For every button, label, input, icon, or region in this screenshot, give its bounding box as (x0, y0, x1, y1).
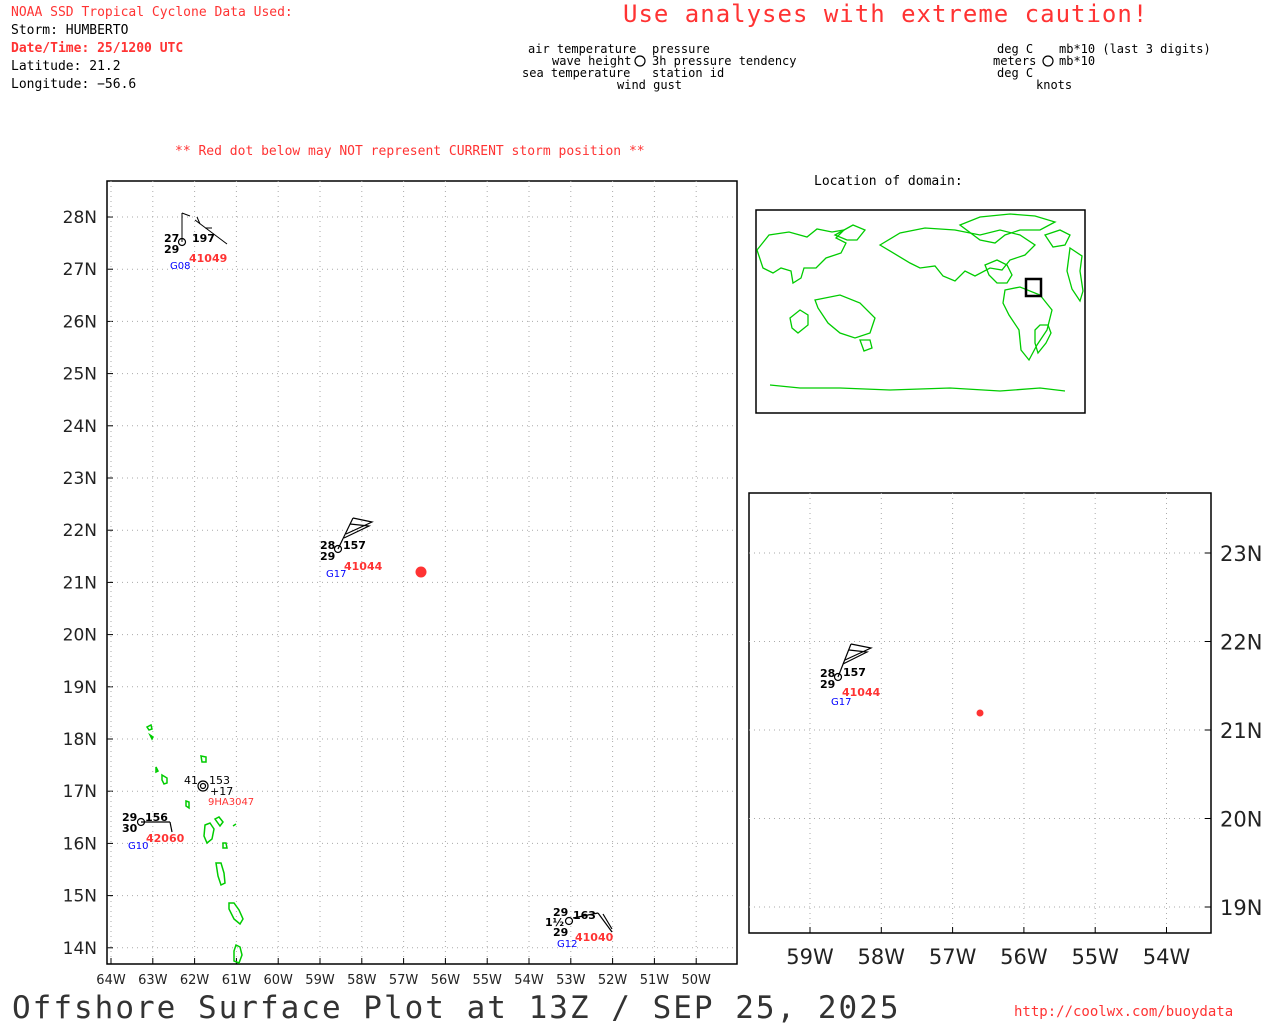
lat-label: 23N (63, 469, 97, 489)
lat-label: 26N (63, 312, 97, 332)
pressure: 197 (192, 232, 215, 245)
sea-temperature: 30 (122, 822, 138, 835)
lat-label: 15N (63, 887, 97, 907)
zoom-map-lon-labels: 59W 58W 57W 56W 55W 54W (786, 945, 1190, 969)
wind-barb (181, 212, 191, 217)
lat-label: 27N (63, 260, 97, 280)
zoom-map[interactable]: 23N 22N 21N 20N 19N 59W 58W 57W 56W 55W 54W 28 29… (748, 492, 1262, 969)
zoom-map-lat-labels: 23N 22N 21N 20N 19N (1220, 542, 1262, 920)
station-id: 41040 (575, 931, 614, 944)
lon-label: 54W (514, 973, 544, 988)
main-map-lat-labels: 28N 27N 26N 25N 24N 23N 22N 21N 20N 19N 18N 17N 16N 1… (63, 208, 97, 959)
sea-temperature: 29 (553, 926, 568, 939)
wind-barb (169, 821, 173, 833)
pressure: 163 (573, 909, 596, 922)
lon-label: 59W (305, 973, 335, 988)
lon-label: 62W (180, 973, 210, 988)
legend-station-circle (634, 55, 646, 67)
wind-gust: G17 (326, 569, 346, 580)
lat-label: 17N (63, 782, 97, 802)
wind-gust: G10 (128, 841, 148, 852)
lat-label: 21N (63, 573, 97, 593)
lon-label: 60W (263, 973, 293, 988)
station-41049[interactable]: 27 29 197 41049 G08 (164, 212, 228, 272)
pressure: 156 (145, 811, 168, 824)
lon-label: 55W (1071, 945, 1119, 969)
wind-gust: G12 (557, 939, 577, 950)
lon-label: 58W (858, 945, 906, 969)
lat-label: 22N (1220, 631, 1262, 655)
lon-label: 51W (640, 973, 670, 988)
lon-label: 63W (138, 973, 168, 988)
map-canvas: 28N 27N 26N 25N 24N 23N 22N 21N 20N 19N 18N 17N 16N 1… (63, 55, 1262, 988)
lon-label: 64W (96, 973, 126, 988)
wind-barb (842, 649, 870, 665)
lon-label: 54W (1143, 945, 1191, 969)
lat-label: 21N (1220, 719, 1262, 743)
inset-frame (755, 209, 1086, 414)
wind-gust: G17 (831, 697, 851, 708)
lat-label: 28N (63, 208, 97, 228)
lat-label: 14N (63, 939, 97, 959)
lon-label: 59W (786, 945, 834, 969)
lat-label: 18N (63, 730, 97, 750)
lon-label: 55W (472, 973, 502, 988)
station-41044[interactable]: 28 29 157 41044 G17 (320, 517, 383, 580)
zoom-storm-position-dot[interactable] (976, 709, 984, 717)
world-inset-map (755, 209, 1086, 414)
lon-label: 50W (681, 973, 711, 988)
station-id: 41049 (189, 252, 227, 265)
sea-temperature: 29 (164, 243, 179, 256)
lon-label: 52W (598, 973, 628, 988)
lon-label: 56W (1000, 945, 1048, 969)
station-circle-inner (199, 782, 207, 790)
lon-label: 53W (556, 973, 586, 988)
lon-label: 56W (431, 973, 461, 988)
lat-label: 16N (63, 834, 97, 854)
station-id: 42060 (146, 832, 185, 845)
station-41040[interactable]: 29 1½ 29 163 41040 G12 (545, 906, 614, 950)
station-id: 9HA3047 (208, 797, 254, 808)
station-42060[interactable]: 29 30 156 42060 G10 (122, 811, 185, 852)
lon-label: 61W (222, 973, 252, 988)
station-id: 41044 (344, 560, 383, 573)
sea-temperature: 29 (320, 550, 335, 563)
lon-label: 57W (929, 945, 977, 969)
lat-label: 23N (1220, 542, 1262, 566)
lon-label: 57W (389, 973, 419, 988)
pressure: 157 (843, 666, 866, 679)
legend-units-circle (1042, 55, 1054, 67)
lat-label: 19N (63, 678, 97, 698)
zoom-station-41044[interactable]: 28 29 157 41044 G17 (820, 643, 881, 708)
lat-label: 20N (1220, 808, 1262, 832)
lon-label: 58W (347, 973, 377, 988)
storm-position-dot[interactable] (415, 566, 427, 578)
main-map[interactable]: 28N 27N 26N 25N 24N 23N 22N 21N 20N 19N 18N 17N 16N 1… (63, 180, 738, 988)
wind-barb (597, 912, 613, 933)
station-circle-outer (197, 780, 209, 792)
lat-label: 22N (63, 521, 97, 541)
wind-barb (343, 523, 372, 539)
lat-label: 20N (63, 626, 97, 646)
main-map-lon-labels: 64W 63W 62W 61W 60W 59W 58W 57W 56W 55W 54W 53W 52W 5… (96, 973, 711, 988)
air-temperature: 41 (184, 774, 198, 787)
pressure: 157 (343, 539, 366, 552)
wind-gust: G08 (170, 261, 190, 272)
lat-label: 24N (63, 417, 97, 437)
lat-label: 25N (63, 365, 97, 385)
sea-temperature: 29 (820, 678, 835, 691)
lat-label: 19N (1220, 896, 1262, 920)
